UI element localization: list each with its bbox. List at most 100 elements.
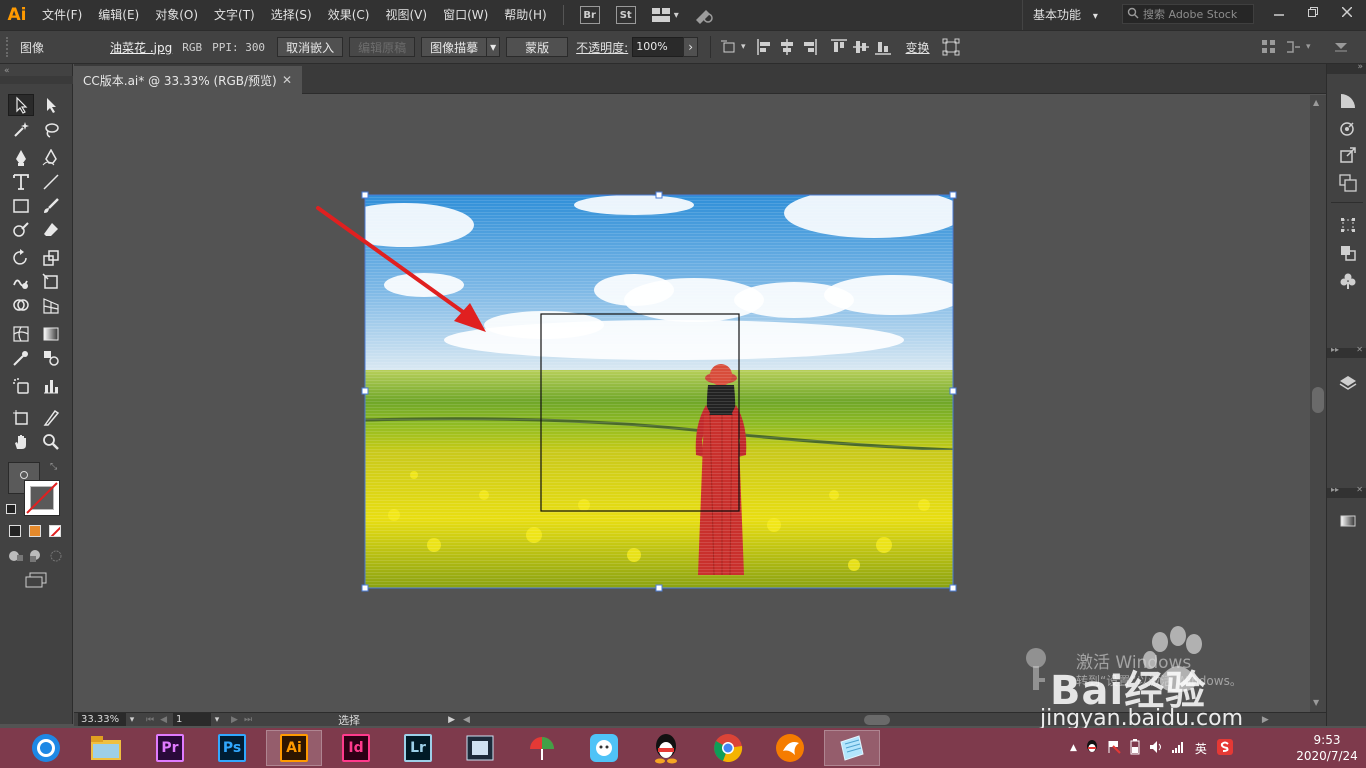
gradient-button[interactable]	[29, 525, 41, 537]
chevron-down-icon[interactable]: ▾	[1306, 42, 1311, 52]
magic-wand-tool[interactable]	[8, 119, 34, 141]
previous-artboard-icon[interactable]: ◀	[160, 715, 167, 725]
zoom-tool[interactable]	[38, 431, 64, 453]
color-button[interactable]	[9, 525, 21, 537]
indesign-icon[interactable]: Id	[328, 730, 384, 766]
chevron-down-icon[interactable]: ▾	[741, 42, 746, 52]
isolate-icon[interactable]	[1282, 36, 1304, 58]
transform-panel-icon[interactable]	[1337, 214, 1359, 236]
vertical-scrollbar[interactable]: ▲ ▼	[1310, 95, 1326, 712]
shaper-tool[interactable]	[8, 219, 34, 241]
align-left-icon[interactable]	[754, 36, 776, 58]
system-clock[interactable]: 9:53 2020/7/24	[1290, 732, 1364, 764]
draw-normal-icon[interactable]	[8, 549, 24, 563]
menu-effect[interactable]: 效果(C)	[320, 0, 378, 30]
sogou-icon[interactable]	[1216, 738, 1233, 758]
scroll-right-arrow[interactable]: ▶	[1262, 715, 1269, 725]
stroke-swatch[interactable]	[24, 480, 60, 516]
rotate-tool[interactable]	[8, 247, 34, 269]
opacity-label[interactable]: 不透明度:	[576, 39, 628, 56]
restore-button[interactable]	[1296, 0, 1330, 24]
mesh-tool[interactable]	[8, 323, 34, 345]
warp-tool[interactable]	[8, 271, 34, 293]
align-bottom-icon[interactable]	[872, 36, 894, 58]
resize-handle[interactable]	[361, 387, 369, 395]
swap-fill-stroke-icon[interactable]: ⤡	[50, 462, 57, 472]
ime-indicator[interactable]: 英	[1195, 740, 1207, 757]
last-artboard-icon[interactable]: ⏭	[244, 715, 252, 725]
expand-panels-icon[interactable]: »	[1357, 62, 1363, 72]
close-icon[interactable]: ✕	[282, 73, 292, 87]
selection-tool[interactable]	[8, 94, 34, 116]
panel-close-icon[interactable]: ✕	[1356, 485, 1363, 494]
start-button[interactable]	[18, 730, 74, 766]
paintbrush-tool[interactable]	[38, 195, 64, 217]
resize-handle[interactable]	[361, 191, 369, 199]
resize-handle[interactable]	[949, 584, 957, 592]
curvature-tool[interactable]	[38, 147, 64, 169]
menu-edit[interactable]: 编辑(E)	[90, 0, 147, 30]
opacity-flyout-button[interactable]: ›	[683, 37, 699, 57]
slice-tool[interactable]	[38, 407, 64, 429]
type-tool[interactable]	[8, 171, 34, 193]
free-transform-tool[interactable]	[38, 271, 64, 293]
minimize-button[interactable]	[1262, 0, 1296, 24]
scroll-down-arrow[interactable]: ▼	[1313, 698, 1319, 707]
first-artboard-icon[interactable]: ⏮	[146, 715, 154, 725]
stock-button[interactable]: St	[615, 6, 636, 24]
resize-handle[interactable]	[949, 191, 957, 199]
menu-file[interactable]: 文件(F)	[34, 0, 90, 30]
canvas-area[interactable]	[74, 95, 1310, 712]
close-window-button[interactable]	[1330, 0, 1364, 24]
document-tab[interactable]: CC版本.ai* @ 33.33% (RGB/预览) ✕	[74, 66, 302, 94]
color-guide-icon[interactable]	[1337, 90, 1359, 112]
media-player-icon[interactable]	[762, 730, 818, 766]
resize-handle[interactable]	[949, 387, 957, 395]
perspective-grid-tool[interactable]	[38, 295, 64, 317]
video-player-icon[interactable]	[452, 730, 508, 766]
menu-type[interactable]: 文字(T)	[206, 0, 263, 30]
direct-selection-tool[interactable]	[38, 94, 64, 116]
arrange-documents-icon[interactable]	[650, 4, 672, 26]
horizontal-scroll-track[interactable]	[474, 714, 1254, 726]
align-top-icon[interactable]	[828, 36, 850, 58]
align-to-icon[interactable]	[719, 36, 741, 58]
panel-collapse-icon[interactable]: «	[4, 66, 10, 76]
premiere-icon[interactable]: Pr	[142, 730, 198, 766]
status-menu-arrow[interactable]: ▶	[448, 715, 455, 725]
appearance-icon[interactable]	[1337, 118, 1359, 140]
eyedropper-tool[interactable]	[8, 347, 34, 369]
network-icon[interactable]	[1171, 740, 1185, 757]
volume-icon[interactable]	[1149, 740, 1163, 757]
resize-handle[interactable]	[655, 584, 663, 592]
draw-behind-icon[interactable]	[28, 549, 44, 563]
menu-window[interactable]: 窗口(W)	[435, 0, 496, 30]
notification-flag-icon[interactable]	[1107, 740, 1121, 757]
collapse-arrows-icon[interactable]: ▸▸	[1331, 485, 1339, 494]
symbols-icon[interactable]	[1337, 270, 1359, 292]
artboard-number-field[interactable]: 1	[173, 713, 212, 726]
transform-label[interactable]: 变换	[906, 39, 930, 56]
line-segment-tool[interactable]	[38, 171, 64, 193]
rectangle-tool[interactable]	[8, 195, 34, 217]
stock-search-input[interactable]: 搜索 Adobe Stock	[1122, 4, 1254, 24]
tray-expand-icon[interactable]: ▲	[1070, 743, 1077, 753]
menu-select[interactable]: 选择(S)	[263, 0, 320, 30]
linked-file-name[interactable]: 油菜花 .jpg	[110, 39, 172, 56]
blend-tool[interactable]	[38, 347, 64, 369]
panel-menu-icon[interactable]	[1330, 36, 1352, 58]
screen-mode-icon[interactable]	[24, 572, 48, 588]
none-button[interactable]	[49, 525, 61, 537]
arrange-icon[interactable]	[1258, 36, 1280, 58]
opacity-input[interactable]: 100%	[632, 37, 685, 57]
panel-close-icon[interactable]: ✕	[1356, 345, 1363, 354]
layers-icon[interactable]	[1337, 372, 1359, 394]
mask-button[interactable]: 蒙版	[506, 37, 569, 57]
bridge-button[interactable]: Br	[579, 6, 600, 24]
scroll-left-arrow[interactable]: ◀	[463, 715, 470, 725]
chevron-down-icon[interactable]: ▾	[211, 715, 223, 725]
lightroom-icon[interactable]: Lr	[390, 730, 446, 766]
illustrator-icon[interactable]: Ai	[266, 730, 322, 766]
qq-tray-icon[interactable]	[1085, 739, 1099, 758]
eraser-tool[interactable]	[38, 219, 64, 241]
